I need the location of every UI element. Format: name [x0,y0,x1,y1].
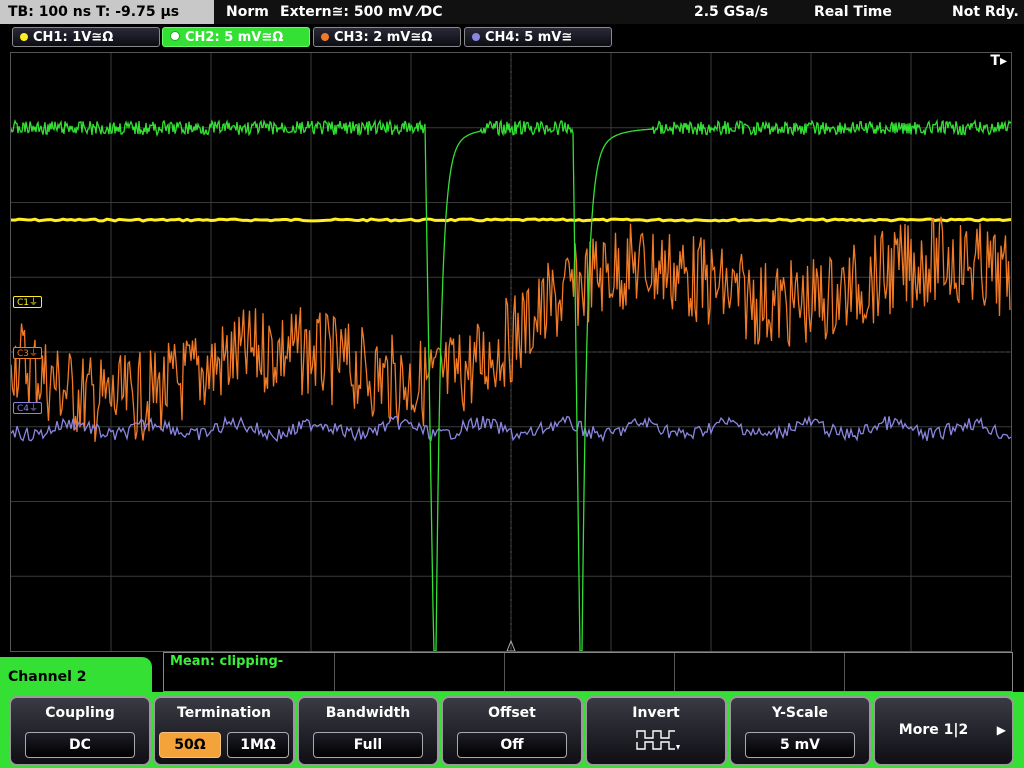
coupling-softkey[interactable]: Coupling DC [9,696,151,766]
measurement-panel: Mean: clipping- [163,652,1013,692]
termination-1mohm-option[interactable]: 1MΩ [227,732,289,758]
coupling-value[interactable]: DC [25,732,135,758]
ch4-ground-marker[interactable]: C4⏚ [13,402,43,414]
acquisition-mode: Real Time [814,4,892,20]
measurement-mean: Mean: clipping- [170,654,284,669]
tab-ch2[interactable]: CH2: 5 mV≅Ω [162,27,310,47]
ch1-dot-icon [20,33,28,41]
yscale-softkey[interactable]: Y-Scale 5 mV [729,696,871,766]
invert-softkey[interactable]: Invert [585,696,727,766]
waveform-svg [11,53,1011,651]
ch3-dot-icon [321,33,329,41]
bandwidth-softkey[interactable]: Bandwidth Full [297,696,439,766]
softkey-bar: Coupling DC Termination 50Ω 1MΩ Bandwidt… [0,692,1024,768]
trigger-source[interactable]: Extern≅: 500 mV ⁄DC [280,0,442,24]
timebase-readout[interactable]: TB: 100 ns T: -9.75 µs [0,0,214,24]
more-softkey[interactable]: More 1|2 ▶ [873,696,1014,766]
tab-ch3[interactable]: CH3: 2 mV≅Ω [313,27,461,47]
channel-tabs: CH1: 1V≅Ω CH2: 5 mV≅Ω CH3: 2 mV≅Ω CH4: 5… [0,24,1024,50]
meas-divider [334,653,335,691]
tab-ch1[interactable]: CH1: 1V≅Ω [12,27,160,47]
meas-divider [844,653,845,691]
ch2-dot-icon [170,31,180,41]
graticule [11,53,1011,651]
ch4-dot-icon [472,33,480,41]
invert-waveform-icon [636,730,680,750]
ch3-ground-marker[interactable]: C3⏚ [13,347,43,359]
sample-rate: 2.5 GSa/s [694,4,769,20]
acquisition-status: Not Rdy. [952,4,1019,20]
offset-softkey[interactable]: Offset Off [441,696,583,766]
tab-ch4[interactable]: CH4: 5 mV≅ [464,27,612,47]
yscale-value[interactable]: 5 mV [745,732,855,758]
chevron-right-icon: ▶ [996,723,1006,737]
trigger-mode[interactable]: Norm [226,0,269,24]
meas-divider [674,653,675,691]
trigger-level-icon[interactable]: T▸ [990,53,1007,69]
ch1-ground-marker[interactable]: C1⏚ [13,296,43,308]
bandwidth-value[interactable]: Full [313,732,423,758]
ch1-trace [11,217,1011,223]
waveform-display[interactable]: T▸ C1⏚ C3⏚ C4⏚ [10,52,1012,652]
offset-value[interactable]: Off [457,732,567,758]
more-label: More 1|2 [898,722,969,738]
meas-divider [504,653,505,691]
termination-50ohm-option[interactable]: 50Ω [159,732,221,758]
status-bar: TB: 100 ns T: -9.75 µs Norm Extern≅: 500… [0,0,1024,24]
termination-softkey[interactable]: Termination 50Ω 1MΩ [153,696,295,766]
